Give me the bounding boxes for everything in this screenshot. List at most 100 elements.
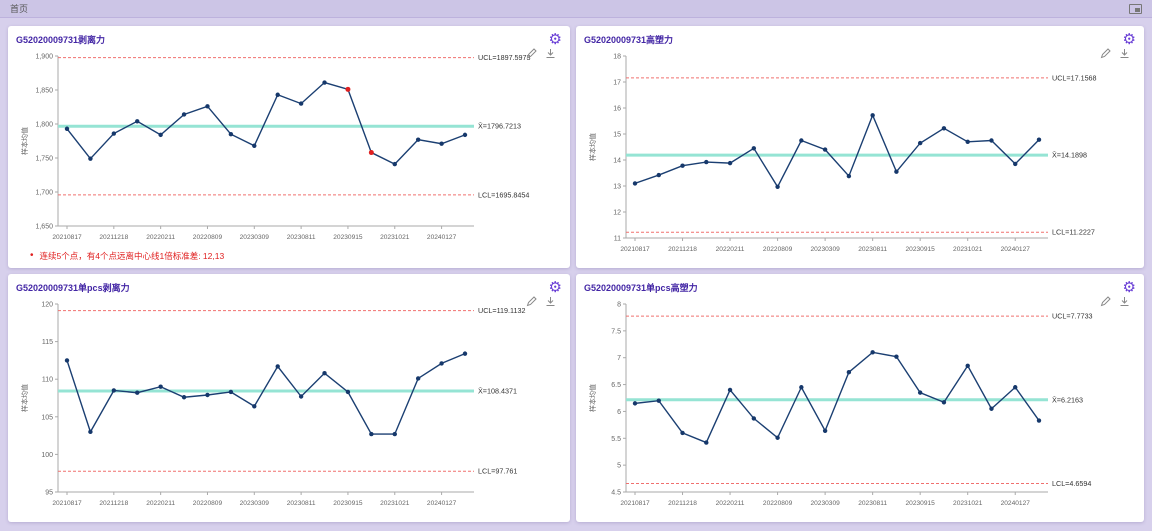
edit-pencil-icon[interactable] <box>526 296 537 307</box>
svg-text:110: 110 <box>42 377 53 384</box>
svg-text:95: 95 <box>45 490 53 497</box>
panel-title: G52020009731剥离力 <box>16 33 105 46</box>
svg-text:X̄=6.2163: X̄=6.2163 <box>1052 395 1083 404</box>
svg-text:LCL=4.6594: LCL=4.6594 <box>1052 479 1091 488</box>
dashboard-grid: G52020009731剥离力 ⚙ 1,9001,8501,8001,7501,… <box>0 18 1152 522</box>
svg-text:20240127: 20240127 <box>427 500 457 507</box>
svg-text:20230309: 20230309 <box>240 500 270 507</box>
panel-title: G52020009731高塑力 <box>584 33 673 46</box>
svg-text:14: 14 <box>613 158 621 165</box>
svg-text:20230309: 20230309 <box>240 234 270 241</box>
panel-unit-peel-force: G52020009731单pcs剥离力 ⚙ 12011511010510095样… <box>8 274 570 522</box>
svg-text:20240127: 20240127 <box>427 234 457 241</box>
svg-text:6: 6 <box>617 409 621 416</box>
svg-text:20230915: 20230915 <box>333 234 363 241</box>
control-chart: 1817161514131211样本均值20210817202112182022… <box>584 48 1136 256</box>
gear-icon[interactable]: ⚙ <box>1123 32 1136 47</box>
svg-text:X̄=1796.7213: X̄=1796.7213 <box>478 122 521 131</box>
svg-text:LCL=97.761: LCL=97.761 <box>478 467 517 476</box>
download-icon[interactable] <box>1119 296 1130 307</box>
panel-unit-high-plastic-force: G52020009731单pcs高塑力 ⚙ 87.576.565.554.5样本… <box>576 274 1144 522</box>
gear-icon[interactable]: ⚙ <box>549 280 562 295</box>
svg-text:20210817: 20210817 <box>52 500 82 507</box>
svg-text:UCL=7.7733: UCL=7.7733 <box>1052 312 1093 321</box>
svg-text:20220211: 20220211 <box>716 246 745 253</box>
panel-header: G52020009731剥离力 ⚙ <box>16 30 562 48</box>
svg-text:7.5: 7.5 <box>611 328 621 335</box>
svg-text:100: 100 <box>41 452 53 459</box>
svg-text:12: 12 <box>613 210 621 217</box>
svg-text:样本均值: 样本均值 <box>588 133 597 161</box>
chart-tools <box>526 296 556 307</box>
svg-text:13: 13 <box>613 184 621 191</box>
svg-text:1,850: 1,850 <box>35 88 53 95</box>
chart-wrap: 1817161514131211样本均值20210817202112182022… <box>584 48 1136 261</box>
panel-header: G52020009731高塑力 ⚙ <box>584 30 1136 48</box>
svg-text:1,750: 1,750 <box>35 156 53 163</box>
svg-text:5: 5 <box>617 463 621 470</box>
gear-icon[interactable]: ⚙ <box>1123 280 1136 295</box>
svg-text:20220211: 20220211 <box>716 500 745 507</box>
svg-text:1,900: 1,900 <box>35 54 53 61</box>
svg-text:20230915: 20230915 <box>906 246 936 253</box>
svg-text:UCL=1897.5973: UCL=1897.5973 <box>478 53 531 62</box>
svg-text:20230811: 20230811 <box>858 500 887 507</box>
svg-text:UCL=17.1568: UCL=17.1568 <box>1052 73 1097 82</box>
control-chart: 1,9001,8501,8001,7501,7001,650样本均值202108… <box>16 48 562 244</box>
svg-text:样本均值: 样本均值 <box>20 384 29 412</box>
warning-row: • 连续5个点，有4个点远离中心线1倍标准差: 12,13 <box>16 249 562 263</box>
edit-pencil-icon[interactable] <box>1100 48 1111 59</box>
svg-text:20220211: 20220211 <box>146 500 175 507</box>
chart-tools <box>1100 48 1130 59</box>
panel-peel-force: G52020009731剥离力 ⚙ 1,9001,8501,8001,7501,… <box>8 26 570 268</box>
svg-text:20231021: 20231021 <box>953 500 983 507</box>
svg-text:20230811: 20230811 <box>287 500 316 507</box>
svg-text:120: 120 <box>41 302 53 309</box>
svg-text:20230811: 20230811 <box>287 234 316 241</box>
svg-text:18: 18 <box>613 54 621 61</box>
warning-text: 连续5个点，有4个点远离中心线1倍标准差: 12,13 <box>40 250 225 262</box>
download-icon[interactable] <box>545 296 556 307</box>
svg-text:7: 7 <box>617 355 621 362</box>
svg-text:20210817: 20210817 <box>620 246 650 253</box>
svg-text:X̄=108.4371: X̄=108.4371 <box>478 386 517 395</box>
download-icon[interactable] <box>1119 48 1130 59</box>
svg-text:20231021: 20231021 <box>380 500 410 507</box>
svg-text:X̄=14.1898: X̄=14.1898 <box>1052 151 1087 160</box>
svg-text:20230915: 20230915 <box>906 500 936 507</box>
edit-pencil-icon[interactable] <box>1100 296 1111 307</box>
download-icon[interactable] <box>545 48 556 59</box>
svg-text:20231021: 20231021 <box>380 234 410 241</box>
svg-text:20211218: 20211218 <box>668 246 697 253</box>
panel-toggle-icon[interactable] <box>1129 4 1142 14</box>
svg-text:20210817: 20210817 <box>620 500 650 507</box>
gear-icon[interactable]: ⚙ <box>549 32 562 47</box>
panel-header: G52020009731单pcs高塑力 ⚙ <box>584 278 1136 296</box>
svg-text:样本均值: 样本均值 <box>588 384 597 412</box>
svg-text:20220809: 20220809 <box>763 500 793 507</box>
svg-text:5.5: 5.5 <box>611 436 621 443</box>
svg-text:105: 105 <box>41 414 53 421</box>
svg-text:20220809: 20220809 <box>193 500 223 507</box>
svg-text:20220809: 20220809 <box>193 234 223 241</box>
svg-text:20211218: 20211218 <box>99 500 128 507</box>
svg-text:样本均值: 样本均值 <box>20 127 29 155</box>
panel-title: G52020009731单pcs高塑力 <box>584 281 698 294</box>
chart-wrap: 1,9001,8501,8001,7501,7001,650样本均值202108… <box>16 48 562 249</box>
edit-pencil-icon[interactable] <box>526 48 537 59</box>
svg-text:LCL=11.2227: LCL=11.2227 <box>1052 228 1095 237</box>
svg-text:20211218: 20211218 <box>668 500 697 507</box>
svg-text:20240127: 20240127 <box>1001 246 1031 253</box>
svg-text:1,700: 1,700 <box>35 190 53 197</box>
svg-text:115: 115 <box>42 339 53 346</box>
svg-text:20230915: 20230915 <box>333 500 363 507</box>
chart-wrap: 120 115 110 105 100 95 样本均值 20210817 20211218 202… <box>16 296 562 515</box>
chart-tools <box>1100 296 1130 307</box>
svg-text:20211218: 20211218 <box>99 234 128 241</box>
control-chart: 87.576.565.554.5样本均值20210817202112182022… <box>584 296 1136 510</box>
svg-text:UCL=119.1132: UCL=119.1132 <box>478 306 526 315</box>
svg-text:15: 15 <box>613 132 621 139</box>
tab-home[interactable]: 首页 <box>10 2 28 15</box>
svg-text:8: 8 <box>617 302 621 309</box>
warning-bullet-icon: • <box>30 251 34 261</box>
